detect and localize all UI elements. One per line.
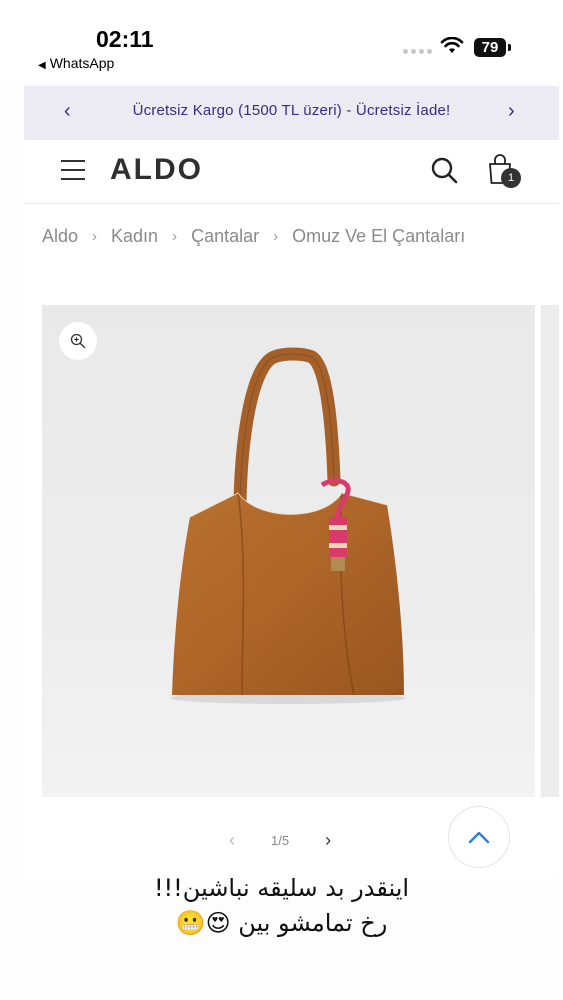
back-triangle-icon: ◀ — [38, 60, 46, 71]
status-time: 02:11 — [96, 26, 154, 52]
status-bar: 02:11 ◀ WhatsApp 79 — [0, 0, 563, 80]
back-app-label: WhatsApp — [49, 55, 115, 71]
gallery-pager: ‹ 1/5 › — [229, 830, 331, 851]
gallery-prev-button[interactable]: ‹ — [229, 830, 235, 851]
cellular-signal-icon — [403, 49, 432, 54]
product-image[interactable] — [42, 305, 535, 797]
product-gallery: ‹ 1/5 › — [24, 300, 559, 878]
handbag-illustration — [42, 305, 535, 797]
breadcrumb: Aldo › Kadın › Çantalar › Omuz Ve El Çan… — [42, 226, 465, 247]
site-header: ALDO 1 — [24, 140, 559, 204]
gallery-next-button[interactable]: › — [325, 830, 331, 851]
scroll-to-top-button[interactable] — [448, 806, 510, 868]
cart-count-badge: 1 — [501, 168, 521, 188]
chevron-up-icon — [468, 831, 490, 844]
breadcrumb-item-cantalar[interactable]: Çantalar — [191, 226, 259, 247]
promo-text: Ücretsiz Kargo (1500 TL üzeri) - Ücretsi… — [132, 102, 451, 119]
breadcrumb-separator: › — [172, 228, 178, 245]
caption-line-1: اینقدر بد سلیقه نباشین!!! — [153, 874, 410, 902]
search-icon[interactable] — [431, 157, 459, 185]
wifi-icon — [440, 37, 464, 53]
battery-indicator: 79 — [474, 38, 511, 57]
zoom-in-icon — [70, 333, 86, 349]
breadcrumb-item-omuz-ve-el-cantalari[interactable]: Omuz Ve El Çantaları — [292, 226, 465, 247]
next-product-image-peek[interactable] — [541, 305, 559, 797]
breadcrumb-item-kadin[interactable]: Kadın — [111, 226, 158, 247]
breadcrumb-separator: › — [92, 228, 98, 245]
gallery-page-indicator: 1/5 — [271, 833, 290, 848]
zoom-in-button[interactable] — [59, 322, 97, 360]
promo-banner: ‹ Ücretsiz Kargo (1500 TL üzeri) - Ücret… — [24, 86, 559, 140]
story-caption: اینقدر بد سلیقه نباشین!!! رخ تمامشو بین … — [0, 870, 563, 940]
caption-line-2: رخ تمامشو بین 😍😬 — [175, 909, 388, 937]
back-to-app-link[interactable]: ◀ WhatsApp — [38, 55, 114, 71]
breadcrumb-item-aldo[interactable]: Aldo — [42, 226, 78, 247]
aldo-logo[interactable]: ALDO — [110, 153, 203, 187]
hamburger-icon[interactable] — [61, 160, 85, 182]
promo-next-button[interactable]: › — [508, 100, 515, 123]
breadcrumb-separator: › — [273, 228, 279, 245]
breadcrumb-area: Aldo › Kadın › Çantalar › Omuz Ve El Çan… — [24, 204, 559, 304]
